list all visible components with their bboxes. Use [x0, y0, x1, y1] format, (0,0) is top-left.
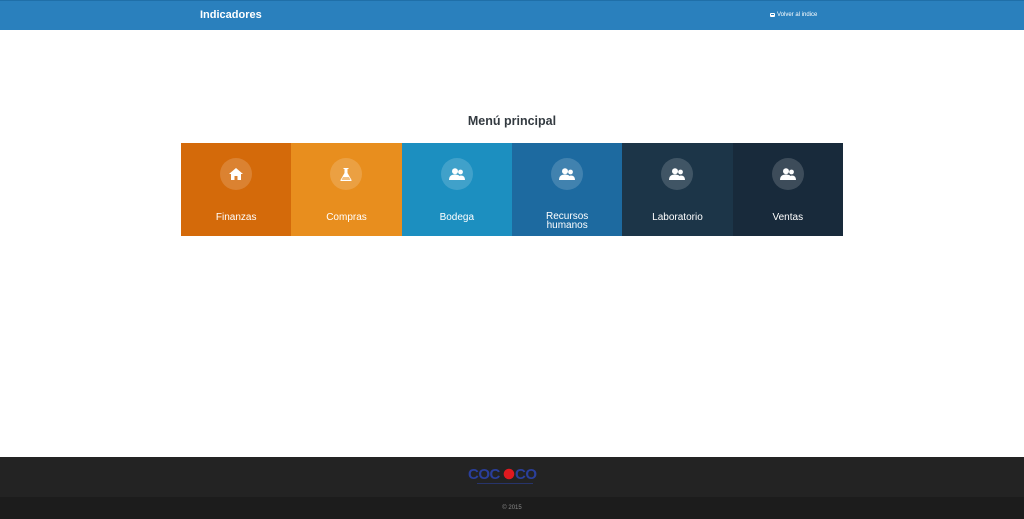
back-to-index-link[interactable]: Volver al indice: [770, 12, 817, 18]
copyright-text: © 2015: [502, 505, 522, 511]
flask-icon: [330, 158, 363, 190]
home-icon: [220, 158, 253, 190]
tile-finanzas[interactable]: Finanzas: [181, 143, 292, 236]
tile-laboratorio[interactable]: Laboratorio: [622, 143, 733, 236]
brand-title[interactable]: Indicadores: [200, 9, 262, 21]
users-icon: [661, 158, 694, 190]
tile-label: Compras: [326, 212, 367, 223]
list-icon: [770, 13, 775, 17]
tile-recursos-humanos[interactable]: Recursos humanos: [511, 143, 623, 236]
tile-label-line2: humanos: [546, 220, 588, 231]
svg-text:COC: COC: [468, 466, 501, 483]
tile-bodega[interactable]: Bodega: [401, 143, 512, 236]
users-icon: [771, 158, 804, 190]
users-icon: [551, 158, 584, 190]
company-logo: COC CO: [468, 466, 538, 484]
tile-label: Laboratorio: [652, 212, 703, 223]
users-icon: [440, 158, 473, 190]
main-menu-tiles: Finanzas Compras Bodega Recursos humanos…: [181, 143, 843, 236]
tile-label: Finanzas: [215, 212, 257, 223]
page-title: Menú principal: [467, 114, 557, 128]
back-link-label: Volver al indice: [777, 12, 818, 18]
tile-label: Ventas: [772, 212, 804, 223]
svg-text:CO: CO: [515, 466, 537, 483]
tile-compras[interactable]: Compras: [291, 143, 402, 236]
top-navbar: Indicadores Volver al indice: [0, 0, 1024, 30]
tile-label: Recursos humanos: [512, 212, 622, 231]
tile-label: Bodega: [439, 212, 475, 223]
tile-ventas[interactable]: Ventas: [732, 143, 843, 236]
